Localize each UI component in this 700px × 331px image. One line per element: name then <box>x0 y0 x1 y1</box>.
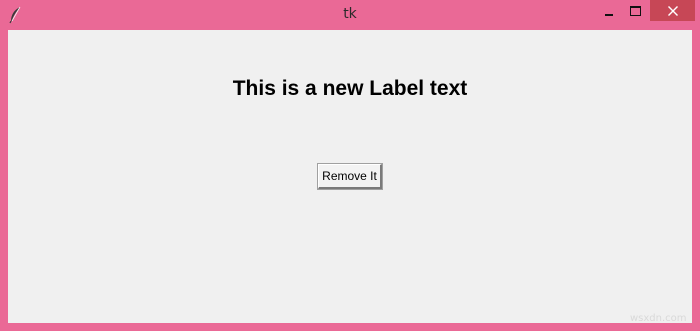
app-window: tk This is a new Label text Remove It ws… <box>0 0 700 331</box>
title-bar[interactable]: tk <box>0 0 700 30</box>
maximize-icon <box>629 5 641 16</box>
window-title: tk <box>343 6 357 22</box>
window-content: This is a new Label text Remove It <box>8 30 692 323</box>
watermark: wsxdn.com <box>630 313 687 324</box>
close-button[interactable] <box>650 0 695 21</box>
close-icon <box>667 1 678 20</box>
label-text: This is a new Label text <box>232 77 468 100</box>
minimize-icon <box>605 13 613 16</box>
minimize-button[interactable] <box>596 0 622 21</box>
maximize-button[interactable] <box>622 0 648 21</box>
remove-it-button[interactable]: Remove It <box>317 163 383 190</box>
